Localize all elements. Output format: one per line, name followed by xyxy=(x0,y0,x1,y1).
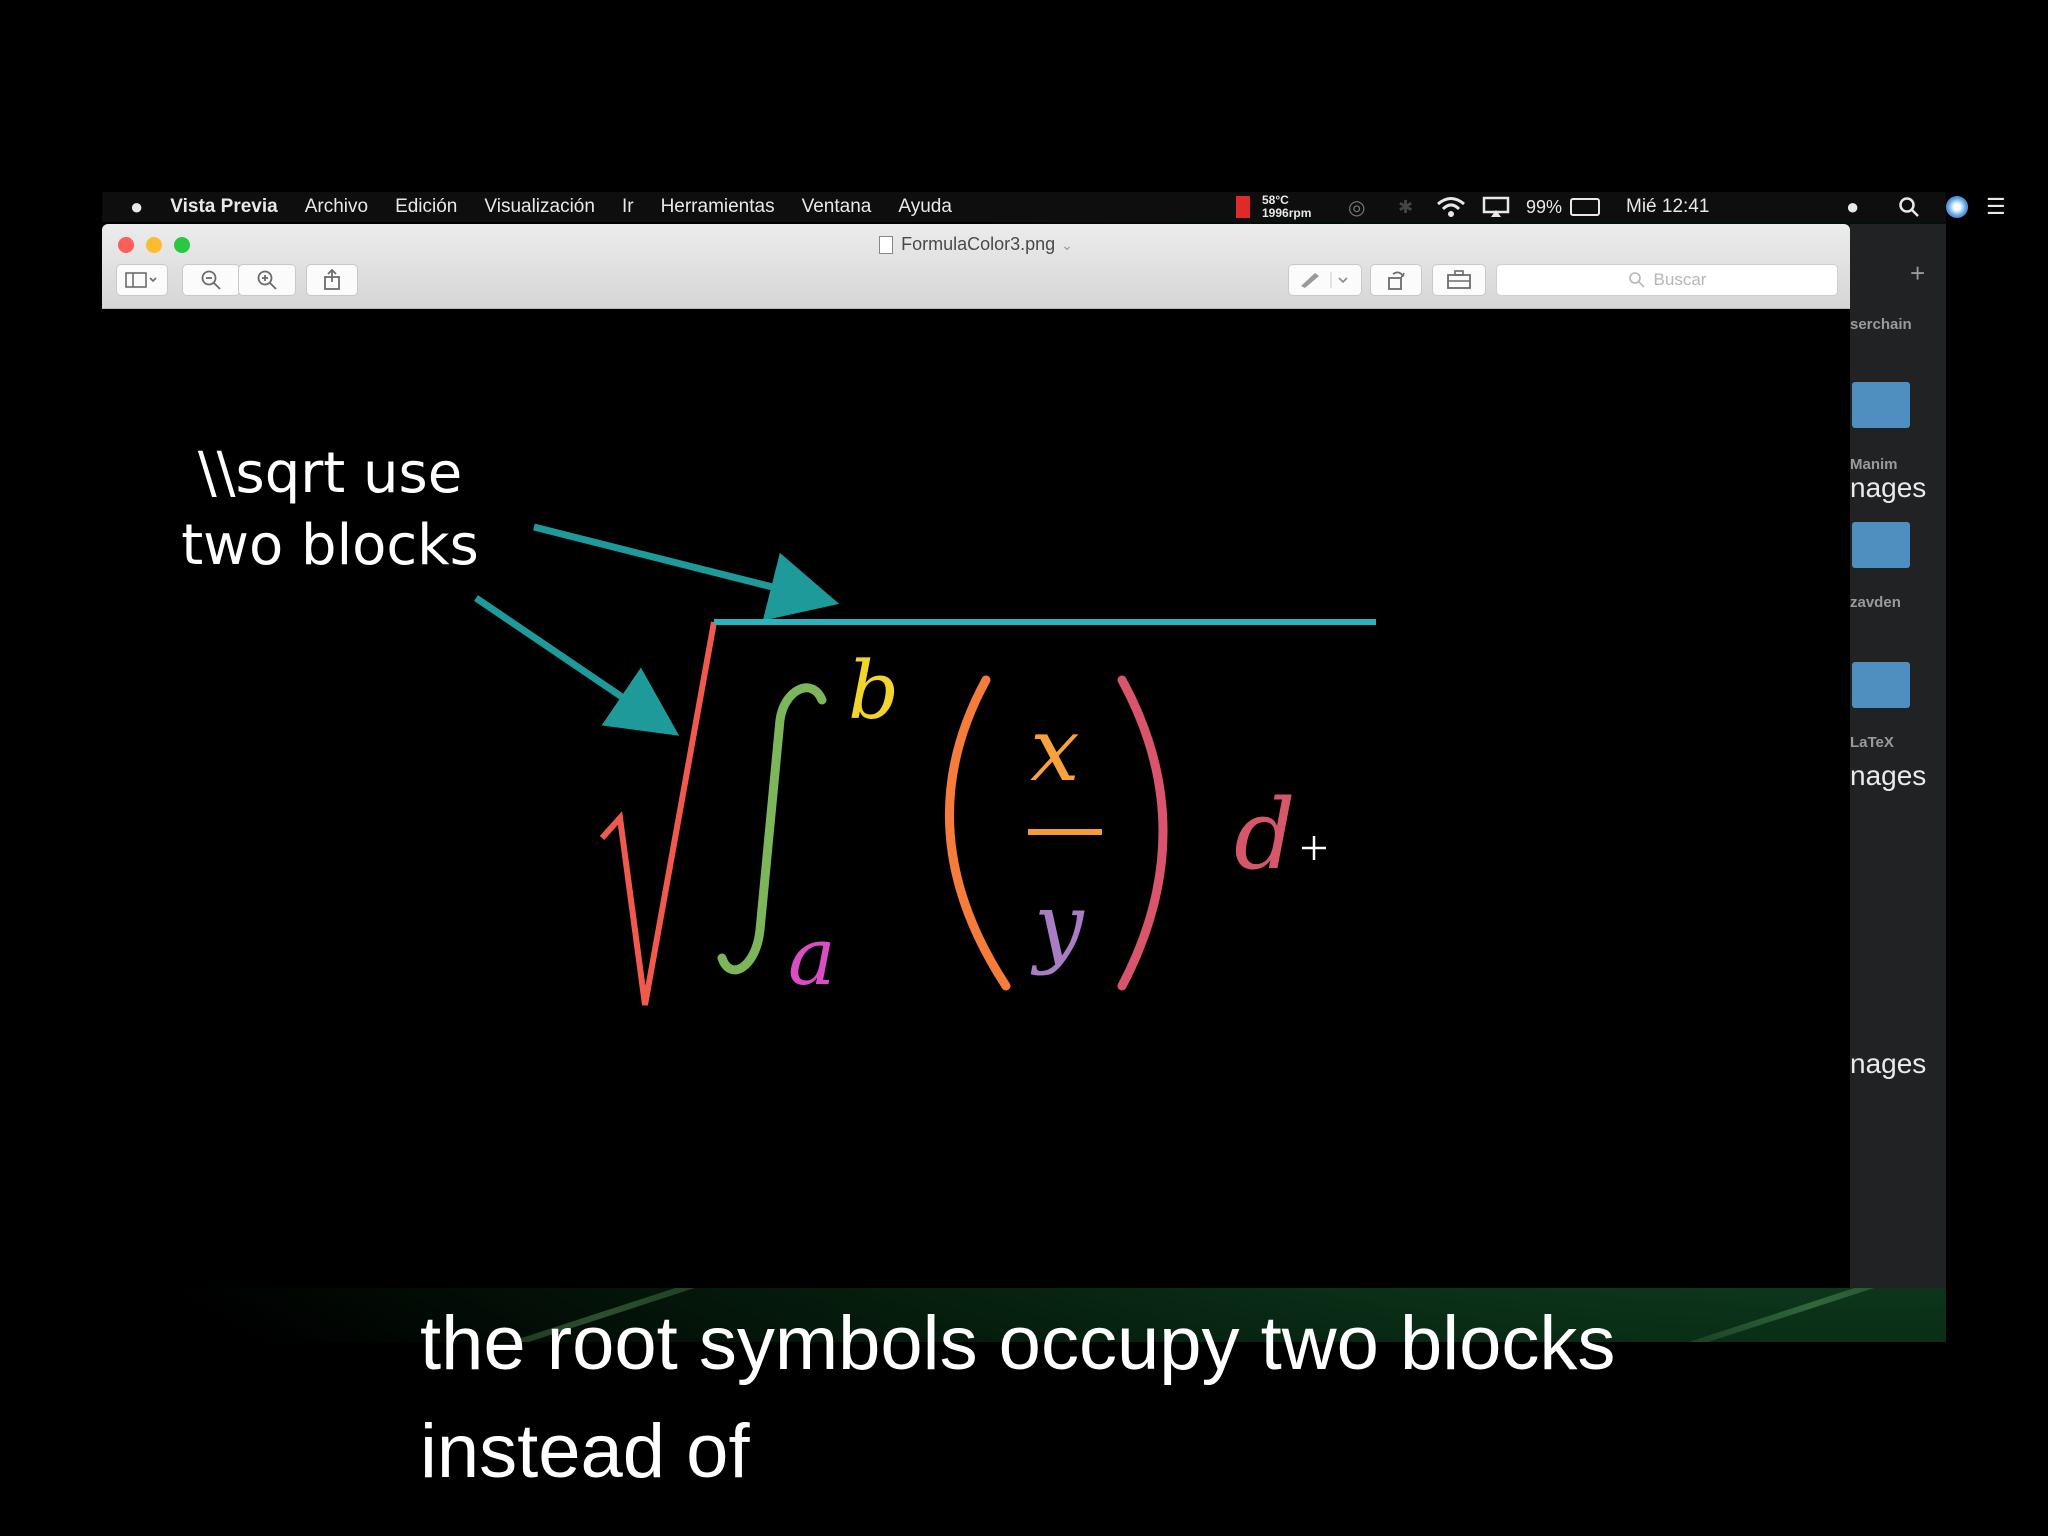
left-parenthesis xyxy=(945,675,1011,991)
integral-upper-limit: b xyxy=(848,644,899,737)
annotation-text: \\sqrt use two blocks xyxy=(150,438,510,582)
radical-sign xyxy=(599,621,717,1006)
fraction-denominator: y xyxy=(1030,874,1085,977)
integral-lower-limit: a xyxy=(788,910,836,1003)
differential-d: d xyxy=(1234,779,1295,891)
annotation-arrow-radical xyxy=(474,595,680,736)
annotation-line-2: two blocks xyxy=(181,513,479,578)
caption-line-1: the root symbols occupy two blocks xyxy=(420,1301,1616,1386)
annotation-arrow-vinculum xyxy=(533,523,840,621)
video-caption: the root symbols occupy two blocks inste… xyxy=(420,1290,2020,1506)
fraction-numerator: x xyxy=(1030,698,1080,801)
annotation-line-1: \\sqrt use xyxy=(197,441,463,506)
crosshair-cursor-icon xyxy=(1302,836,1326,860)
right-parenthesis xyxy=(1117,675,1168,991)
caption-line-2: instead of xyxy=(420,1409,750,1494)
